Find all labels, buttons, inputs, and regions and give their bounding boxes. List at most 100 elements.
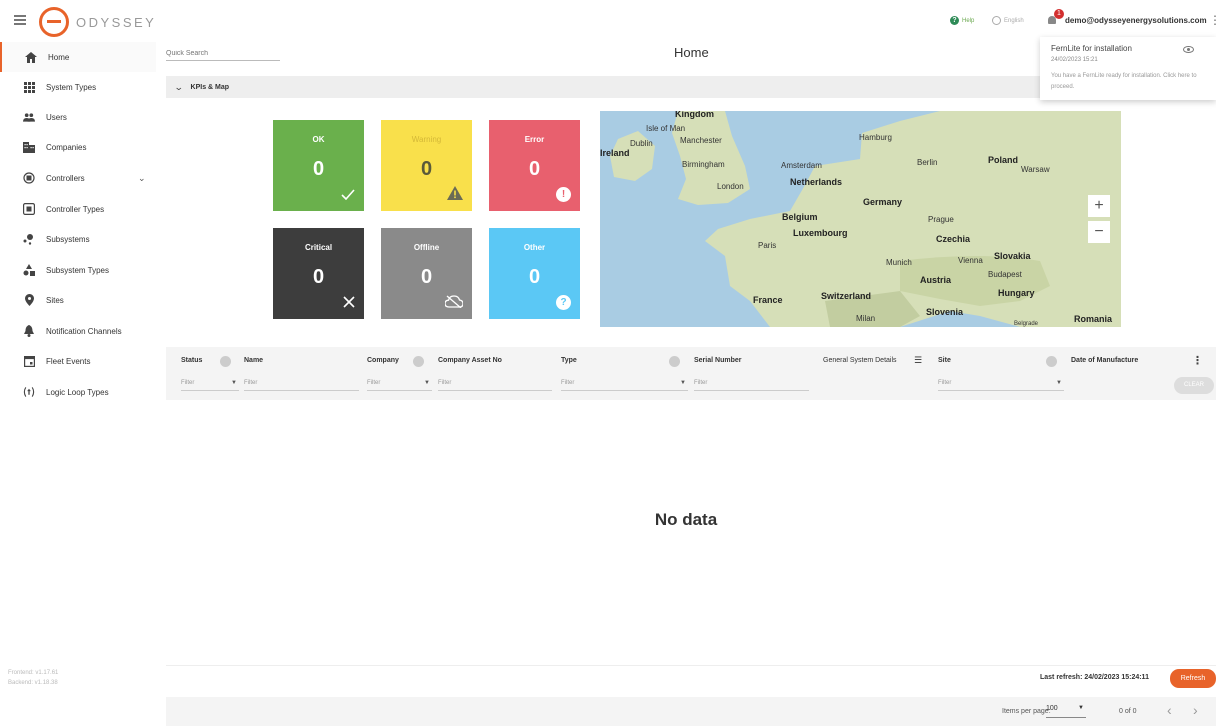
last-refresh-text: Last refresh: 24/02/2023 15:24:11 [1040, 674, 1149, 681]
calendar-icon [23, 355, 35, 367]
map-label: Austria [920, 275, 952, 285]
column-header-serial-number[interactable]: Serial Number [694, 357, 741, 364]
map-label: Netherlands [790, 177, 843, 187]
filter-placeholder: Filter [694, 380, 708, 386]
kpi-card-ok[interactable]: OK 0 [273, 120, 364, 211]
sidebar-item-label: Companies [46, 142, 87, 152]
items-per-page-select[interactable]: 100 ▼ [1046, 705, 1086, 718]
sidebar-item-label: Subsystems [46, 234, 90, 244]
type-filter[interactable]: Filter ▼ [561, 377, 688, 391]
question-icon: ? [556, 295, 571, 310]
sidebar-item-sites[interactable]: Sites [0, 285, 156, 315]
name-filter[interactable]: Filter [244, 377, 359, 391]
more-vert-icon[interactable]: ⋮ [1209, 13, 1216, 27]
map-label: Switzerland [821, 291, 872, 301]
sidebar-item-controller-types[interactable]: Controller Types [0, 194, 156, 224]
filter-placeholder: Filter [561, 380, 575, 386]
map-label: Birmingham [682, 160, 725, 169]
backend-version: Backend: v1.18.38 [8, 680, 58, 686]
location-pin-icon [23, 294, 35, 306]
sidebar-item-subsystem-types[interactable]: Subsystem Types [0, 255, 156, 285]
column-header-site[interactable]: Site [938, 357, 951, 364]
kpi-card-value: 0 [420, 158, 433, 180]
sidebar-item-label: Subsystem Types [46, 265, 109, 275]
filter-placeholder: Filter [367, 380, 381, 386]
notification-popup[interactable]: FernLite for installation 24/02/2023 15:… [1040, 37, 1216, 100]
map-label: Kingdom [675, 111, 714, 119]
globe-icon [992, 16, 1001, 25]
sidebar-item-logic-loop-types[interactable]: Logic Loop Types [0, 377, 156, 407]
kpi-card-other[interactable]: Other 0 ? [489, 228, 580, 319]
cloud-off-icon [444, 295, 464, 310]
previous-page-icon[interactable]: ‹ [1167, 702, 1172, 718]
column-header-date-of-manufacture[interactable]: Date of Manufacture [1071, 357, 1138, 364]
sort-badge[interactable] [220, 356, 231, 367]
frontend-version: Frontend: v1.17.61 [8, 670, 59, 676]
sidebar: Home System Types Users Companies Contro… [0, 40, 156, 688]
site-filter[interactable]: Filter ▼ [938, 377, 1064, 391]
refresh-button[interactable]: Refresh [1170, 669, 1216, 688]
sidebar-item-label: Controller Types [46, 204, 105, 214]
sort-badge[interactable] [413, 356, 424, 367]
column-header-company-asset-no[interactable]: Company Asset No [438, 357, 502, 364]
column-menu-icon[interactable]: ⋮ [1192, 354, 1203, 367]
company-filter[interactable]: Filter ▼ [367, 377, 432, 391]
sidebar-item-subsystems[interactable]: Subsystems [0, 224, 156, 254]
sidebar-item-notification-channels[interactable]: Notification Channels [0, 316, 156, 346]
sidebar-item-home[interactable]: Home [0, 42, 156, 72]
next-page-icon[interactable]: › [1193, 702, 1198, 718]
map-label: Vienna [958, 256, 983, 265]
user-email[interactable]: demo@odysseyenergysolutions.com [1065, 16, 1207, 25]
subsystems-icon [23, 233, 35, 245]
list-icon[interactable]: ☰ [914, 355, 922, 366]
kpi-card-offline[interactable]: Offline 0 [381, 228, 472, 319]
sidebar-item-companies[interactable]: Companies [0, 132, 156, 162]
empty-state: No data [654, 510, 718, 529]
column-header-type[interactable]: Type [561, 357, 577, 364]
kpi-card-warning[interactable]: Warning 0 [381, 120, 472, 211]
column-header-status[interactable]: Status [181, 357, 202, 364]
clear-filters-button[interactable]: CLEAR [1174, 377, 1214, 394]
notification-badge: 1 [1054, 9, 1064, 19]
top-bar: ODYSSEY ? Help English 1 demo@odysseyene… [0, 0, 1216, 40]
company-asset-no-filter[interactable]: Filter [438, 377, 552, 391]
column-header-name[interactable]: Name [244, 357, 263, 364]
serial-number-filter[interactable]: Filter [694, 377, 809, 391]
notifications-button[interactable]: 1 [1047, 9, 1064, 25]
sort-badge[interactable] [669, 356, 680, 367]
menu-icon[interactable] [14, 15, 26, 25]
items-per-page-label: Items per page: [1002, 708, 1051, 715]
sidebar-item-system-types[interactable]: System Types [0, 72, 156, 102]
chevron-down-icon[interactable]: ⌄ [138, 173, 146, 184]
column-header-general-system-details[interactable]: General System Details [823, 357, 897, 364]
map-label: Isle of Man [646, 124, 686, 133]
sidebar-item-label: Users [46, 112, 67, 122]
dropdown-arrow-icon: ▼ [680, 380, 686, 386]
kpi-card-title: Critical [304, 243, 333, 252]
sidebar-item-users[interactable]: Users [0, 102, 156, 132]
eye-icon[interactable] [1183, 46, 1194, 53]
column-header-company[interactable]: Company [367, 357, 399, 364]
language-selector[interactable]: English [992, 16, 1024, 25]
quick-search-input[interactable] [166, 47, 280, 61]
items-per-page-value: 100 [1046, 705, 1058, 712]
zoom-in-button[interactable]: + [1088, 195, 1110, 217]
map-label: Romania [1074, 314, 1113, 324]
status-filter[interactable]: Filter ▼ [181, 377, 239, 391]
logo[interactable]: ODYSSEY [39, 7, 156, 37]
kpi-card-error[interactable]: Error 0 ! [489, 120, 580, 211]
help-link[interactable]: ? Help [950, 16, 974, 25]
map[interactable]: Kingdom Isle of Man Dublin Ireland Manch… [600, 111, 1121, 327]
kpi-card-title: Offline [413, 243, 440, 252]
map-label: Luxembourg [793, 228, 848, 238]
sort-badge[interactable] [1046, 356, 1057, 367]
map-label: Hamburg [859, 133, 892, 142]
map-label: London [717, 182, 744, 191]
grid-icon [23, 81, 35, 93]
sidebar-item-controllers[interactable]: Controllers ⌄ [0, 163, 156, 193]
map-label: Dublin [630, 139, 653, 148]
sidebar-item-fleet-events[interactable]: Fleet Events [0, 346, 156, 376]
map-label: Slovakia [994, 251, 1031, 261]
kpi-card-critical[interactable]: Critical 0 [273, 228, 364, 319]
zoom-out-button[interactable]: − [1088, 221, 1110, 243]
